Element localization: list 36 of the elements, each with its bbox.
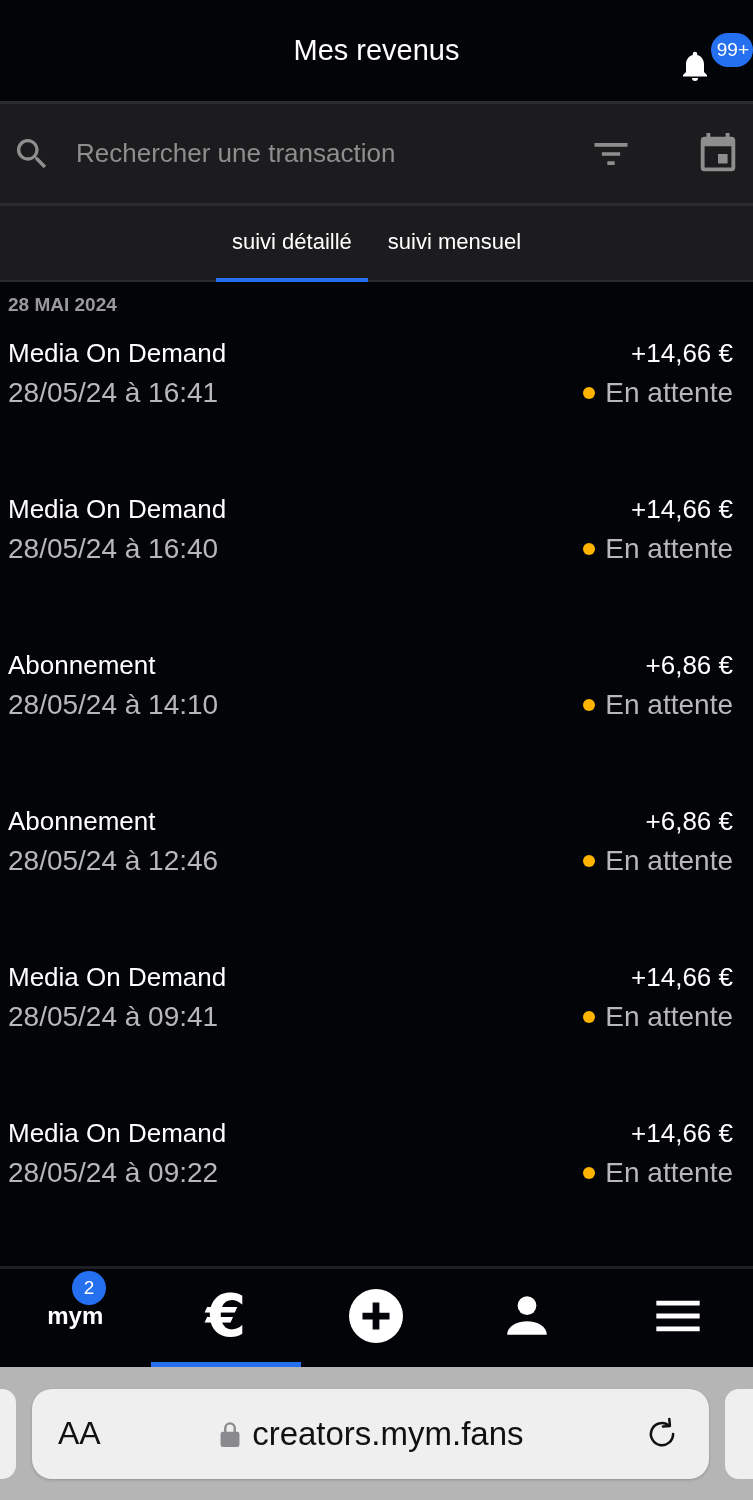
transaction-amount: +14,66 € [630,962,733,993]
transaction-amount: +14,66 € [630,494,733,525]
transaction-title: Media On Demand [8,1118,228,1149]
transaction-status: En attente [605,1001,733,1033]
transaction-title: Abonnement [8,650,157,681]
transaction-date: 28/05/24 à 14:10 [8,689,220,721]
transaction-title: Media On Demand [8,962,228,993]
notification-badge: 99+ [710,33,753,67]
notification-badge: 2 [72,1271,106,1305]
transaction-status: En attente [605,533,733,565]
transaction-amount: +14,66 € [630,338,733,369]
url-text: creators.mym.fans [252,1414,524,1453]
date-heading: 28 MAI 2024 [8,293,118,317]
transaction-title: Media On Demand [8,494,228,525]
transaction-date: 28/05/24 à 12:46 [8,845,220,877]
transaction-date: 28/05/24 à 09:22 [8,1157,220,1189]
transaction-status: En attente [605,689,733,721]
transaction-title: Media On Demand [8,338,228,369]
transaction-amount: +14,66 € [630,1118,733,1149]
text-size-button[interactable]: AA [58,1415,101,1452]
transaction-status: En attente [605,377,733,409]
transaction-date: 28/05/24 à 16:41 [8,377,220,409]
home-nav-tab[interactable]: mym 2 [0,1269,151,1367]
tab[interactable]: suivi détaillé [215,206,368,282]
transaction-date: 28/05/24 à 16:40 [8,533,220,565]
address-bar[interactable]: AA creators.mym.fans [32,1388,709,1479]
lock-icon [220,1420,241,1447]
transaction-amount: +6,86 € [644,650,733,681]
tab[interactable]: suivi mensuel [371,206,538,282]
transaction-amount: +6,86 € [644,806,733,837]
transaction-status: En attente [605,845,733,877]
transaction-status: En attente [605,1157,733,1189]
transaction-title: Abonnement [8,806,157,837]
page-title: Mes revenus [293,34,460,67]
transaction-date: 28/05/24 à 09:41 [8,1001,220,1033]
add-circle-icon [349,1288,404,1343]
